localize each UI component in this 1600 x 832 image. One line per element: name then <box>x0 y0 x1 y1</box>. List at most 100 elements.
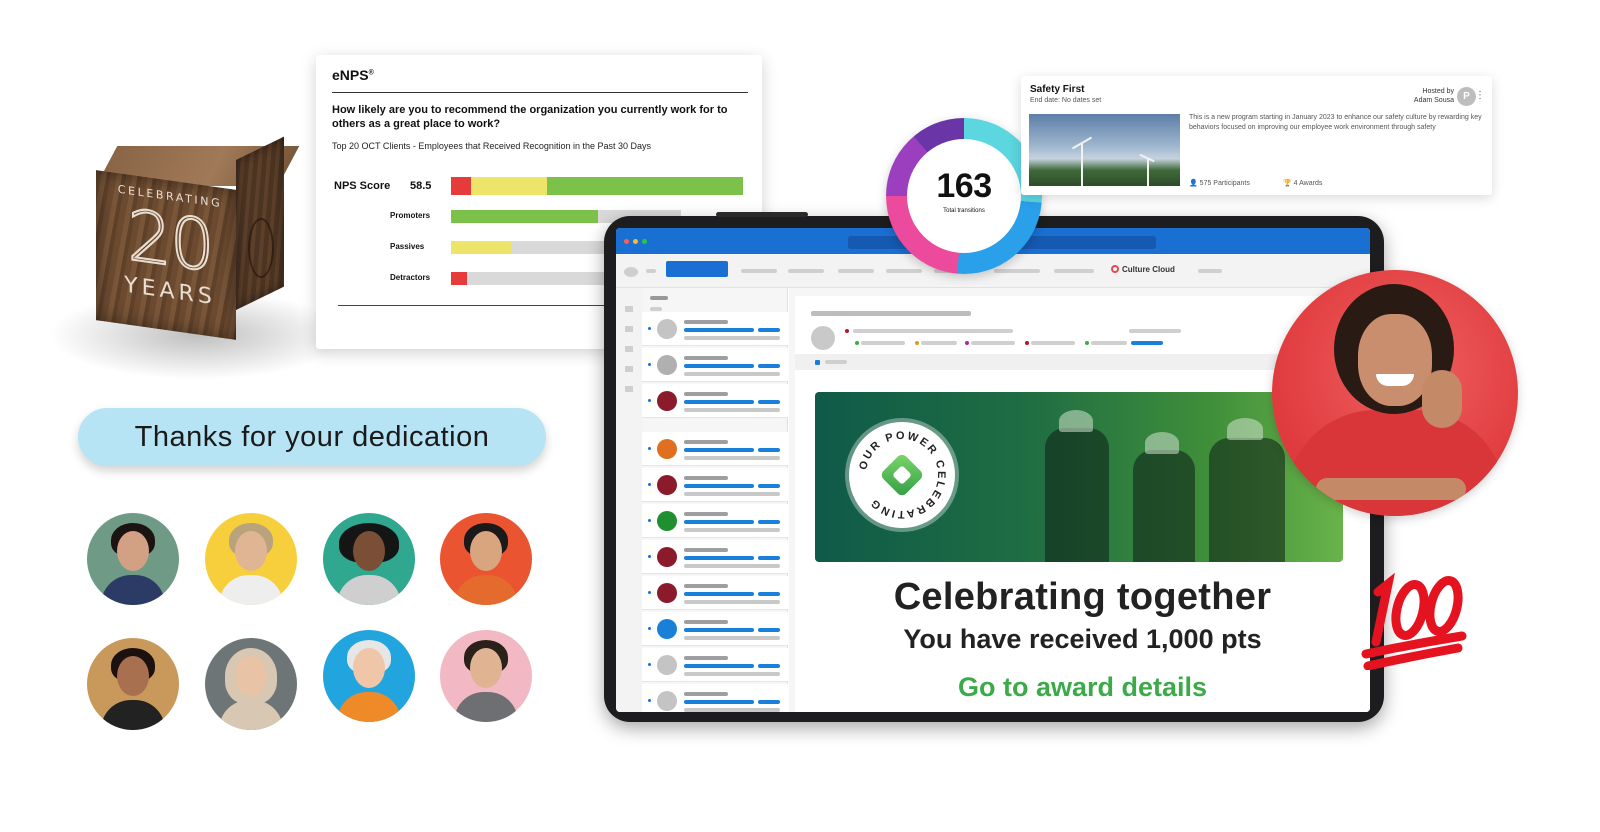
culture-cloud-addin[interactable]: Culture Cloud <box>1111 265 1175 274</box>
unread-dot <box>648 627 651 630</box>
menu-icon[interactable] <box>646 269 656 273</box>
recipient-dot <box>1085 341 1089 345</box>
subject-line <box>758 664 780 668</box>
list-item[interactable] <box>642 576 788 610</box>
program-description: This is a new program starting in Januar… <box>1189 114 1482 131</box>
subject-line <box>758 628 780 632</box>
recipient-dot <box>1025 341 1029 345</box>
new-message-button[interactable] <box>666 261 728 277</box>
sender-avatar <box>657 319 677 339</box>
celebrating-our-power-badge: OUR POWER CELEBRATING <box>849 422 955 528</box>
avatar <box>205 513 297 605</box>
preview-line <box>684 372 780 376</box>
recipient-dot <box>915 341 919 345</box>
sender-avatar <box>657 547 677 567</box>
turbine-tower <box>1147 158 1149 186</box>
culture-cloud-logo-icon <box>1111 265 1119 273</box>
rail-icon[interactable] <box>625 386 633 392</box>
sender-line <box>684 548 728 552</box>
sender-avatar <box>657 391 677 411</box>
add-icon[interactable] <box>624 267 638 277</box>
list-subheader <box>650 307 662 311</box>
category-fill <box>451 272 468 285</box>
ribbon-item[interactable] <box>838 269 874 273</box>
rail-icon[interactable] <box>625 366 633 372</box>
unread-dot <box>648 483 651 486</box>
sender-avatar <box>657 439 677 459</box>
recipient <box>971 341 1015 345</box>
safety-first-program-card[interactable]: Safety First End date: No dates set Host… <box>1021 76 1492 195</box>
sender-avatar <box>657 511 677 531</box>
list-item[interactable] <box>642 684 788 712</box>
sender-line <box>684 476 728 480</box>
rail-icon[interactable] <box>625 326 633 332</box>
subject-line <box>684 520 754 524</box>
sender-avatar <box>657 619 677 639</box>
rail-icon[interactable] <box>625 346 633 352</box>
subject-line <box>758 556 780 560</box>
sender-line <box>684 692 728 696</box>
list-item[interactable] <box>642 540 788 574</box>
nps-stacked-bar <box>451 177 743 195</box>
minimize-window-icon[interactable] <box>633 239 638 244</box>
points-received-text: You have received 1,000 pts <box>903 624 1262 654</box>
transitions-donut-chart: 163 Total transitions <box>886 118 1042 274</box>
hard-hat <box>1227 418 1263 440</box>
left-rail <box>616 288 642 712</box>
preview-line <box>684 600 780 604</box>
list-item[interactable] <box>642 612 788 646</box>
maximize-window-icon[interactable] <box>642 239 647 244</box>
sender-line <box>684 440 728 444</box>
enps-question: How likely are you to recommend the orga… <box>332 104 728 130</box>
subject-line <box>684 592 754 596</box>
award-details-link[interactable]: Go to award details <box>795 672 1370 703</box>
ribbon-item[interactable] <box>886 269 922 273</box>
unread-dot <box>648 363 651 366</box>
avatar <box>205 638 297 730</box>
ribbon-item[interactable] <box>1054 269 1094 273</box>
unread-dot <box>648 663 651 666</box>
preview-line <box>684 708 780 712</box>
participants-count: 👤 575 Participants <box>1189 180 1250 187</box>
subject-line <box>684 484 754 488</box>
list-item[interactable] <box>642 468 788 502</box>
preview-line <box>684 336 780 340</box>
sender-avatar <box>811 326 835 350</box>
timestamp <box>1129 329 1181 333</box>
nps-bar-promoters-segment <box>547 177 743 195</box>
attachment-icon[interactable] <box>815 360 820 365</box>
list-item[interactable] <box>642 312 788 346</box>
preview-line <box>684 456 780 460</box>
recipient-link[interactable] <box>1131 341 1163 345</box>
subject-line <box>758 364 780 368</box>
preview-line <box>684 672 780 676</box>
close-window-icon[interactable] <box>624 239 629 244</box>
nps-score-label: NPS Score <box>334 180 391 192</box>
ribbon-item[interactable] <box>1198 269 1222 273</box>
unread-dot <box>648 399 651 402</box>
tablet-device: Culture Cloud OUR POWER CELEBRATING Cele… <box>604 212 1384 722</box>
list-item[interactable] <box>642 432 788 466</box>
enps-subtitle: Top 20 OCT Clients - Employees that Rece… <box>332 141 651 151</box>
list-item[interactable] <box>642 504 788 538</box>
unread-dot <box>648 555 651 558</box>
rail-icon[interactable] <box>625 306 633 312</box>
hosted-by: Hosted by Adam Sousa <box>1413 88 1454 104</box>
avatar <box>440 630 532 722</box>
preview-line <box>684 636 780 640</box>
subject-line <box>684 400 754 404</box>
list-item[interactable] <box>642 648 788 682</box>
kebab-icon[interactable]: ⋮ <box>1475 90 1485 101</box>
subject-line <box>684 628 754 632</box>
headline: Celebrating together <box>893 576 1272 618</box>
subject-line <box>684 664 754 668</box>
list-item[interactable] <box>642 348 788 382</box>
ribbon-item[interactable] <box>994 269 1040 273</box>
list-item[interactable] <box>642 384 788 418</box>
ribbon-item[interactable] <box>741 269 777 273</box>
ribbon-item[interactable] <box>788 269 824 273</box>
attachment-name[interactable] <box>825 360 847 364</box>
nps-score-value: 58.5 <box>410 180 432 192</box>
subject-line <box>758 400 780 404</box>
enps-title: eNPS® <box>332 67 374 83</box>
